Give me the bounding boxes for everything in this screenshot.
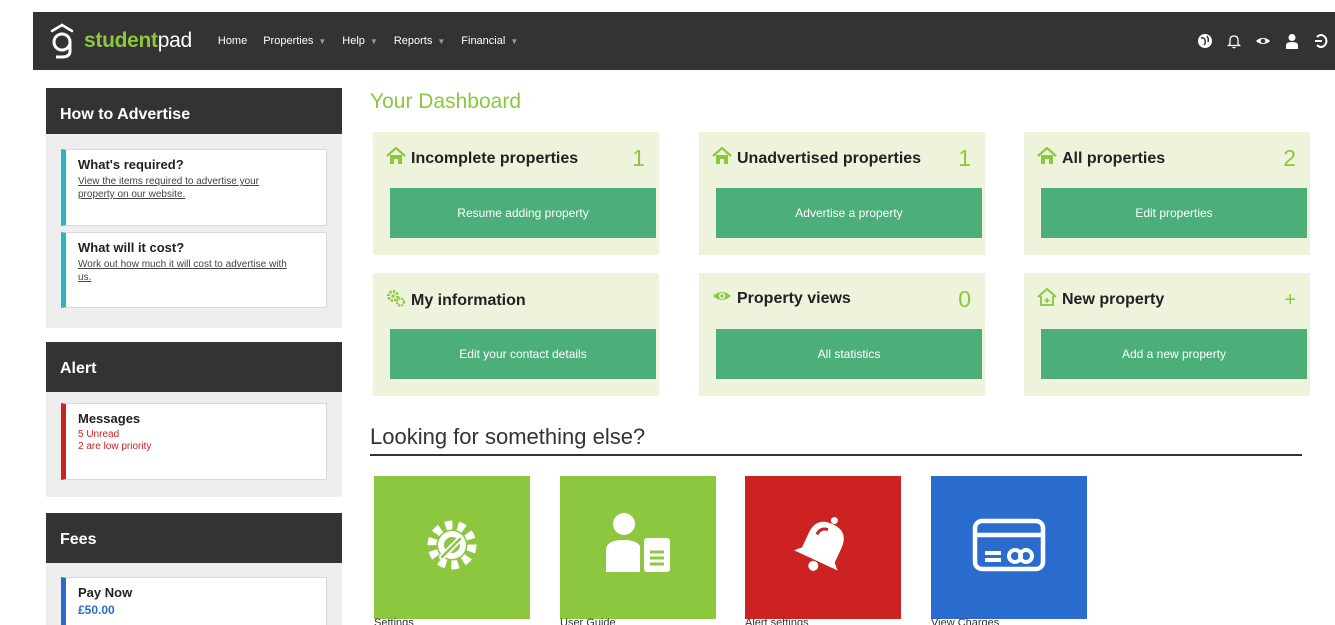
nav-properties[interactable]: Properties ▼ (263, 35, 326, 47)
tile-title: Incomplete properties (411, 149, 579, 167)
page-title: Your Dashboard (370, 90, 521, 113)
divider (370, 454, 1302, 456)
chevron-down-icon: ▼ (318, 36, 327, 46)
tile-property-views: Property views 0 All statistics (699, 273, 985, 396)
settings-label[interactable]: Settings (374, 617, 414, 625)
card-title: What will it cost? (78, 240, 185, 255)
all-statistics-button[interactable]: All statistics (716, 329, 982, 379)
settings-tile[interactable] (374, 476, 530, 619)
globe-icon[interactable] (1197, 33, 1213, 49)
panel-heading: Alert (46, 342, 342, 392)
tile-count: 2 (1283, 145, 1296, 171)
card-title: What's required? (78, 157, 184, 172)
messages-card[interactable]: Messages 5 Unread 2 are low priority (61, 403, 327, 480)
credit-card-icon (971, 515, 1047, 580)
nav-financial[interactable]: Financial ▼ (461, 35, 518, 47)
nav-reports[interactable]: Reports ▼ (394, 35, 445, 47)
edit-properties-button[interactable]: Edit properties (1041, 188, 1307, 238)
advertise-property-button[interactable]: Advertise a property (716, 188, 982, 238)
card-title: Pay Now (78, 585, 133, 600)
user-icon[interactable] (1284, 33, 1300, 49)
chevron-down-icon: ▼ (510, 36, 519, 46)
view-charges-tile[interactable] (931, 476, 1087, 619)
main-nav: Home Properties ▼ Help ▼ Reports ▼ Financia… (218, 35, 534, 47)
fees-panel: Fees Pay Now £50.00 (46, 513, 342, 625)
tile-title: My information (411, 291, 526, 309)
tile-all-properties: All properties 2 Edit properties (1024, 132, 1310, 255)
logout-icon[interactable] (1313, 33, 1329, 49)
user-guide-icon (598, 510, 678, 585)
tile-count: 0 (958, 286, 971, 312)
home-icon (712, 146, 732, 170)
tile-new-property: New property + Add a new property (1024, 273, 1310, 396)
gears-icon (386, 288, 406, 313)
tile-title: Property views (737, 289, 851, 307)
top-icon-group (1184, 12, 1335, 70)
tile-title: New property (1062, 290, 1165, 308)
card-title: Messages (78, 411, 141, 426)
user-guide-tile[interactable] (560, 476, 716, 619)
user-guide-label[interactable]: User Guide (560, 617, 616, 625)
add-new-property-button[interactable]: Add a new property (1041, 329, 1307, 379)
section-heading: Looking for something else? (370, 424, 646, 449)
nav-home[interactable]: Home (218, 35, 247, 47)
tile-my-information: My information Edit your contact details (373, 273, 659, 396)
unread-count: 5 Unread (78, 429, 120, 440)
home-icon (386, 146, 406, 170)
chevron-down-icon: ▼ (437, 36, 446, 46)
panel-heading: How to Advertise (46, 88, 342, 134)
home-outline-icon (1037, 287, 1057, 311)
tile-title: All properties (1062, 149, 1166, 167)
panel-heading: Fees (46, 513, 342, 563)
alert-settings-label[interactable]: Alert settings (745, 617, 809, 625)
chevron-down-icon: ▼ (369, 36, 378, 46)
home-icon (1037, 146, 1057, 170)
tile-unadvertised-properties: Unadvertised properties 1 Advertise a pr… (699, 132, 985, 255)
top-navbar: studentpad Home Properties ▼ Help ▼ Report… (33, 12, 1335, 70)
logo[interactable]: studentpad (50, 12, 192, 70)
edit-contact-details-button[interactable]: Edit your contact details (390, 329, 656, 379)
tile-title: Unadvertised properties (737, 149, 922, 167)
eye-icon (712, 288, 732, 309)
required-card[interactable]: What's required? View the items required… (61, 149, 327, 226)
logo-icon (50, 23, 74, 59)
tile-count: 1 (632, 145, 645, 171)
bell-icon[interactable] (1226, 33, 1242, 49)
low-priority-count: 2 are low priority (78, 441, 152, 452)
cost-link[interactable]: Work out how much it will cost to advert… (78, 258, 288, 284)
tile-incomplete-properties: Incomplete properties 1 Resume adding pr… (373, 132, 659, 255)
advertise-panel: How to Advertise What's required? View t… (46, 88, 342, 328)
fee-amount: £50.00 (78, 603, 115, 617)
page: studentpad Home Properties ▼ Help ▼ Report… (0, 0, 1335, 625)
tile-count: 1 (958, 145, 971, 171)
pay-now-card[interactable]: Pay Now £50.00 (61, 577, 327, 625)
tile-count: + (1284, 289, 1296, 311)
resume-adding-property-button[interactable]: Resume adding property (390, 188, 656, 238)
settings-icon (420, 513, 484, 582)
cost-card[interactable]: What will it cost? Work out how much it … (61, 232, 327, 308)
bell-icon (791, 510, 855, 585)
nav-help[interactable]: Help ▼ (342, 35, 378, 47)
required-link[interactable]: View the items required to advertise you… (78, 175, 288, 201)
view-charges-label[interactable]: View Charges (931, 617, 999, 625)
alert-settings-tile[interactable] (745, 476, 901, 619)
alert-panel: Alert Messages 5 Unread 2 are low priori… (46, 342, 342, 497)
eye-icon[interactable] (1255, 33, 1271, 49)
logo-text: studentpad (84, 29, 192, 52)
